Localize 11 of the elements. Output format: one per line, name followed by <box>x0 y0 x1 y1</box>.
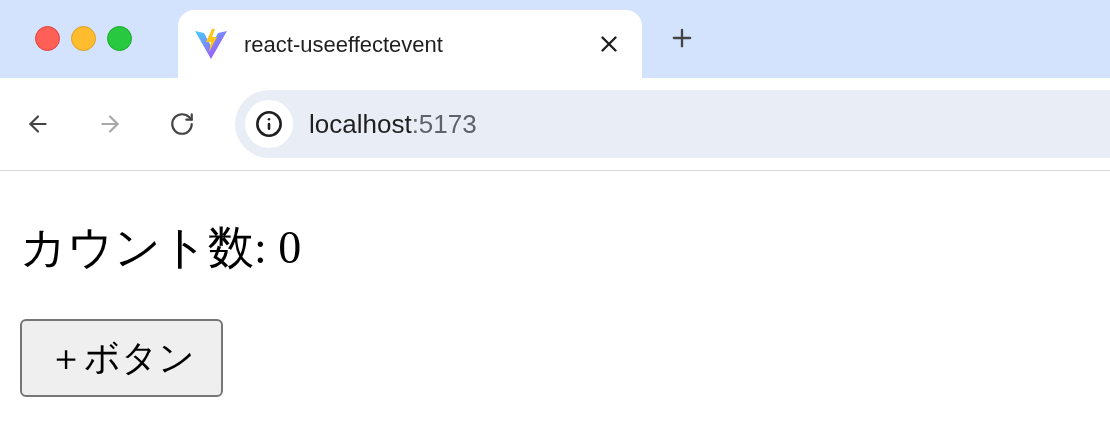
close-window-icon[interactable] <box>35 25 60 51</box>
browser-tab[interactable]: react-useeffectevent <box>178 10 642 78</box>
info-icon <box>255 110 283 138</box>
site-info-button[interactable] <box>245 100 293 148</box>
increment-button[interactable]: ＋ボタン <box>20 319 223 397</box>
url-port: :5173 <box>411 108 477 139</box>
address-bar[interactable]: localhost:5173 <box>235 90 1110 158</box>
count-heading: カウント数: 0 <box>20 225 303 271</box>
tab-title: react-useeffectevent <box>244 30 444 59</box>
url-host: localhost <box>309 108 412 139</box>
logo-icon <box>194 28 228 60</box>
